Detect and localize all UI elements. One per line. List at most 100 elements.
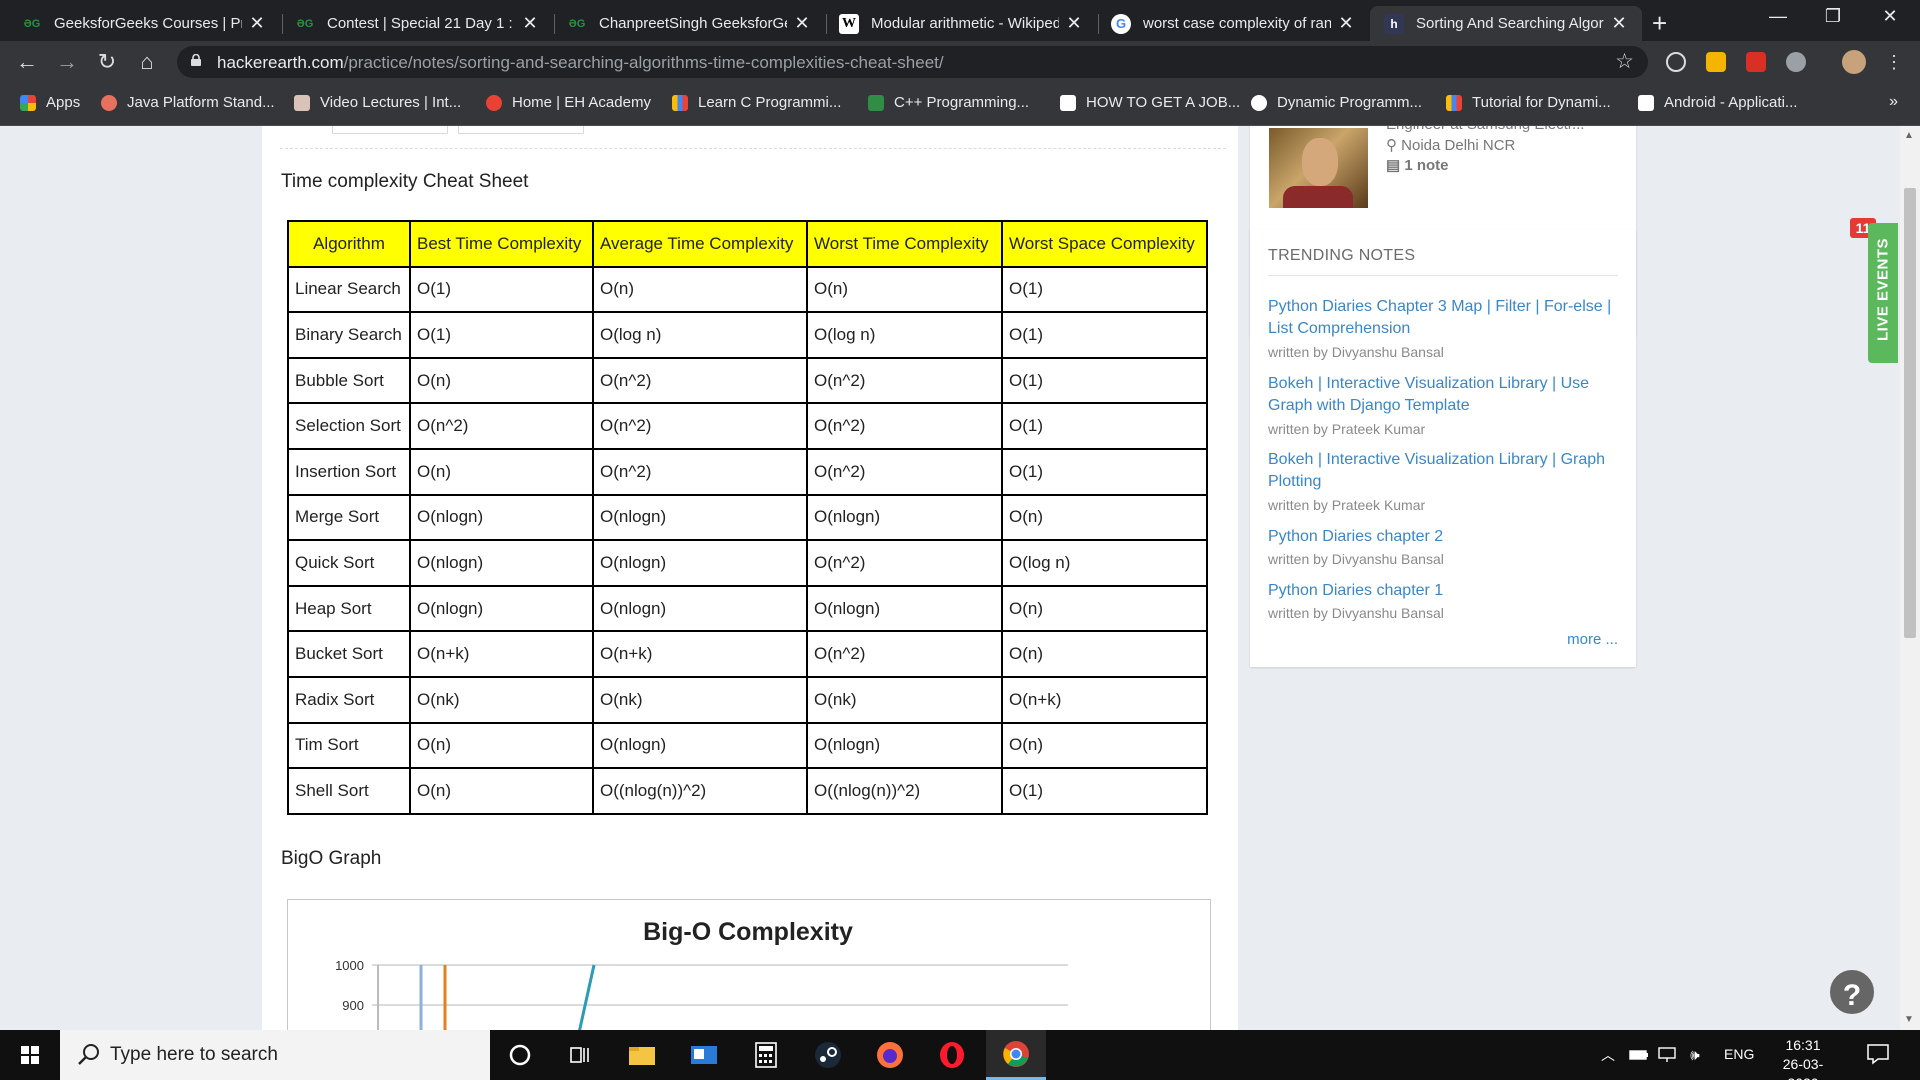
- bookmark-cpp-programming[interactable]: C++ Programming...: [868, 94, 1029, 111]
- bookmark-star-icon[interactable]: ☆: [1615, 49, 1634, 74]
- language-indicator[interactable]: ENG: [1724, 1046, 1754, 1062]
- chrome-icon[interactable]: [986, 1030, 1046, 1080]
- close-icon[interactable]: ✕: [1065, 13, 1083, 34]
- bookmark-video-lectures[interactable]: Video Lectures | Int...: [294, 94, 461, 111]
- complexity-cell: O(1): [409, 311, 594, 359]
- bookmark-learn-c[interactable]: Learn C Programmi...: [672, 94, 841, 111]
- close-icon[interactable]: ✕: [1337, 13, 1355, 34]
- tray-chevron-up-icon[interactable]: ︿: [1596, 1030, 1620, 1080]
- y-tick-label: 1000: [335, 958, 364, 973]
- close-icon[interactable]: ✕: [793, 13, 811, 34]
- volume-icon[interactable]: 🕪: [1682, 1030, 1708, 1080]
- tab-wikipedia[interactable]: W Modular arithmetic - Wikipedia ✕: [825, 6, 1097, 41]
- restore-button[interactable]: ❐: [1813, 6, 1853, 27]
- scrollbar-thumb[interactable]: [1904, 188, 1916, 638]
- back-button[interactable]: ←: [13, 48, 41, 76]
- tab-hackerearth-active[interactable]: h Sorting And Searching Algorithms ✕: [1370, 6, 1642, 41]
- forward-button[interactable]: →: [53, 48, 81, 76]
- task-view-icon[interactable]: [550, 1030, 610, 1080]
- mail-icon[interactable]: [674, 1030, 734, 1080]
- article-body: Time complexity Cheat Sheet Algorithm Be…: [262, 126, 1238, 1030]
- extension-gray-icon[interactable]: [1786, 52, 1806, 72]
- scroll-down-arrow-icon[interactable]: ▼: [1904, 1014, 1914, 1025]
- bookmark-apps[interactable]: Apps: [20, 94, 80, 111]
- complexity-cell: O(nk): [409, 675, 594, 724]
- bookmark-tutorial-dynamic[interactable]: Tutorial for Dynami...: [1446, 94, 1611, 111]
- tab-title: Sorting And Searching Algorithms: [1416, 15, 1604, 32]
- close-icon[interactable]: ✕: [1610, 13, 1628, 34]
- author-avatar[interactable]: [1269, 128, 1368, 208]
- tab-gfg-profile[interactable]: ƏG ChanpreetSingh GeeksforGeeks ✕: [553, 6, 825, 41]
- bookmark-java-platform[interactable]: Java Platform Stand...: [101, 94, 275, 111]
- new-tab-button[interactable]: +: [1652, 8, 1667, 39]
- close-icon[interactable]: ✕: [248, 13, 266, 34]
- algorithm-name-cell: Insertion Sort: [287, 447, 411, 496]
- complexity-cell: O(1): [1001, 311, 1208, 359]
- scroll-up-arrow-icon[interactable]: ▲: [1904, 130, 1914, 141]
- more-notes-link[interactable]: more ...: [1567, 631, 1618, 648]
- trending-note-link[interactable]: Python Diaries chapter 1: [1268, 580, 1618, 602]
- complexity-cell: O(nlogn): [806, 493, 1003, 542]
- extension-wallet-icon[interactable]: [1706, 52, 1726, 72]
- extension-pocket-icon[interactable]: [1746, 52, 1766, 72]
- tab-gfg-courses[interactable]: ƏG GeeksforGeeks Courses | Practice ✕: [8, 6, 280, 41]
- menu-kebab-icon[interactable]: ⋮: [1880, 48, 1908, 76]
- table-row: Binary Search O(1) O(log n) O(log n) O(1): [287, 311, 1208, 359]
- battery-icon[interactable]: [1626, 1030, 1652, 1080]
- profile-avatar-icon[interactable]: [1842, 50, 1866, 74]
- complexity-cell: O(n): [409, 767, 594, 815]
- trending-note-link[interactable]: Python Diaries Chapter 3 Map | Filter | …: [1268, 296, 1618, 340]
- search-placeholder: Type here to search: [110, 1044, 278, 1065]
- start-button[interactable]: [0, 1030, 60, 1080]
- complexity-cell: O(n): [806, 265, 1003, 314]
- author-notes-count[interactable]: ▤ 1 note: [1386, 156, 1449, 174]
- firefox-icon[interactable]: [860, 1030, 920, 1080]
- taskbar-search-box[interactable]: Type here to search: [60, 1030, 490, 1080]
- network-icon[interactable]: [1654, 1030, 1680, 1080]
- table-row: Radix Sort O(nk) O(nk) O(nk) O(n+k): [287, 675, 1208, 724]
- calculator-icon[interactable]: [736, 1030, 796, 1080]
- complexity-cell: O(n^2): [592, 402, 808, 450]
- bookmark-android[interactable]: Android - Applicati...: [1638, 94, 1797, 111]
- bookmark-label: Android - Applicati...: [1664, 94, 1798, 111]
- system-clock[interactable]: 16:31 26-03-2020: [1768, 1036, 1838, 1080]
- extension-circle-icon[interactable]: [1666, 52, 1686, 72]
- steam-icon[interactable]: [798, 1030, 858, 1080]
- minimize-button[interactable]: —: [1758, 6, 1798, 27]
- browser-tab-strip: ƏG GeeksforGeeks Courses | Practice ✕ ƏG…: [0, 0, 1920, 41]
- bookmark-eh-academy[interactable]: Home | EH Academy: [486, 94, 651, 111]
- tab-gfg-contest[interactable]: ƏG Contest | Special 21 Day 1 : Mat ✕: [281, 6, 553, 41]
- tag-chip[interactable]: [458, 126, 584, 134]
- reload-button[interactable]: ↻: [93, 48, 121, 76]
- algorithm-name-cell: Heap Sort: [287, 584, 411, 633]
- complexity-cell: O(log n): [806, 311, 1003, 359]
- table-row: Shell Sort O(n) O((nlog(n))^2) O((nlog(n))^…: [287, 767, 1208, 815]
- bookmarks-bar: Apps Java Platform Stand... Video Lectur…: [0, 83, 1920, 126]
- trending-note-link[interactable]: Bokeh | Interactive Visualization Librar…: [1268, 449, 1618, 493]
- bookmark-dynamic-programming[interactable]: Dynamic Programm...: [1251, 94, 1422, 111]
- home-button[interactable]: ⌂: [133, 48, 161, 76]
- page-scrollbar[interactable]: ▲ ▼: [1900, 126, 1920, 1030]
- address-bar[interactable]: hackerearth.com/practice/notes/sorting-a…: [177, 46, 1648, 78]
- complexity-cell: O(n+k): [409, 630, 594, 678]
- tag-chip[interactable]: [332, 126, 448, 134]
- bookmarks-overflow-button[interactable]: »: [1889, 93, 1898, 111]
- page-content: Time complexity Cheat Sheet Algorithm Be…: [0, 126, 1900, 1030]
- file-explorer-icon[interactable]: [612, 1030, 672, 1080]
- close-window-button[interactable]: ✕: [1870, 6, 1910, 27]
- trending-note-author: written by Divyanshu Bansal: [1268, 605, 1444, 621]
- opera-icon[interactable]: [922, 1030, 982, 1080]
- table-row: Tim Sort O(n) O(nlogn) O(nlogn) O(n): [287, 721, 1208, 770]
- notification-center-icon[interactable]: [1866, 1043, 1890, 1065]
- bookmark-label: Tutorial for Dynami...: [1472, 94, 1611, 111]
- table-row: Heap Sort O(nlogn) O(nlogn) O(nlogn) O(n): [287, 584, 1208, 633]
- bookmark-how-to-get-job[interactable]: HOW TO GET A JOB...: [1060, 94, 1240, 111]
- trending-note-link[interactable]: Bokeh | Interactive Visualization Librar…: [1268, 373, 1618, 417]
- live-events-tab[interactable]: LIVE EVENTS: [1868, 223, 1898, 363]
- help-button[interactable]: ?: [1826, 966, 1878, 1018]
- tab-google-search[interactable]: G worst case complexity of randomized ✕: [1097, 6, 1369, 41]
- trending-note-link[interactable]: Python Diaries chapter 2: [1268, 526, 1618, 548]
- y-tick-label: 900: [342, 998, 364, 1013]
- cortana-icon[interactable]: [490, 1030, 550, 1080]
- close-icon[interactable]: ✕: [521, 13, 539, 34]
